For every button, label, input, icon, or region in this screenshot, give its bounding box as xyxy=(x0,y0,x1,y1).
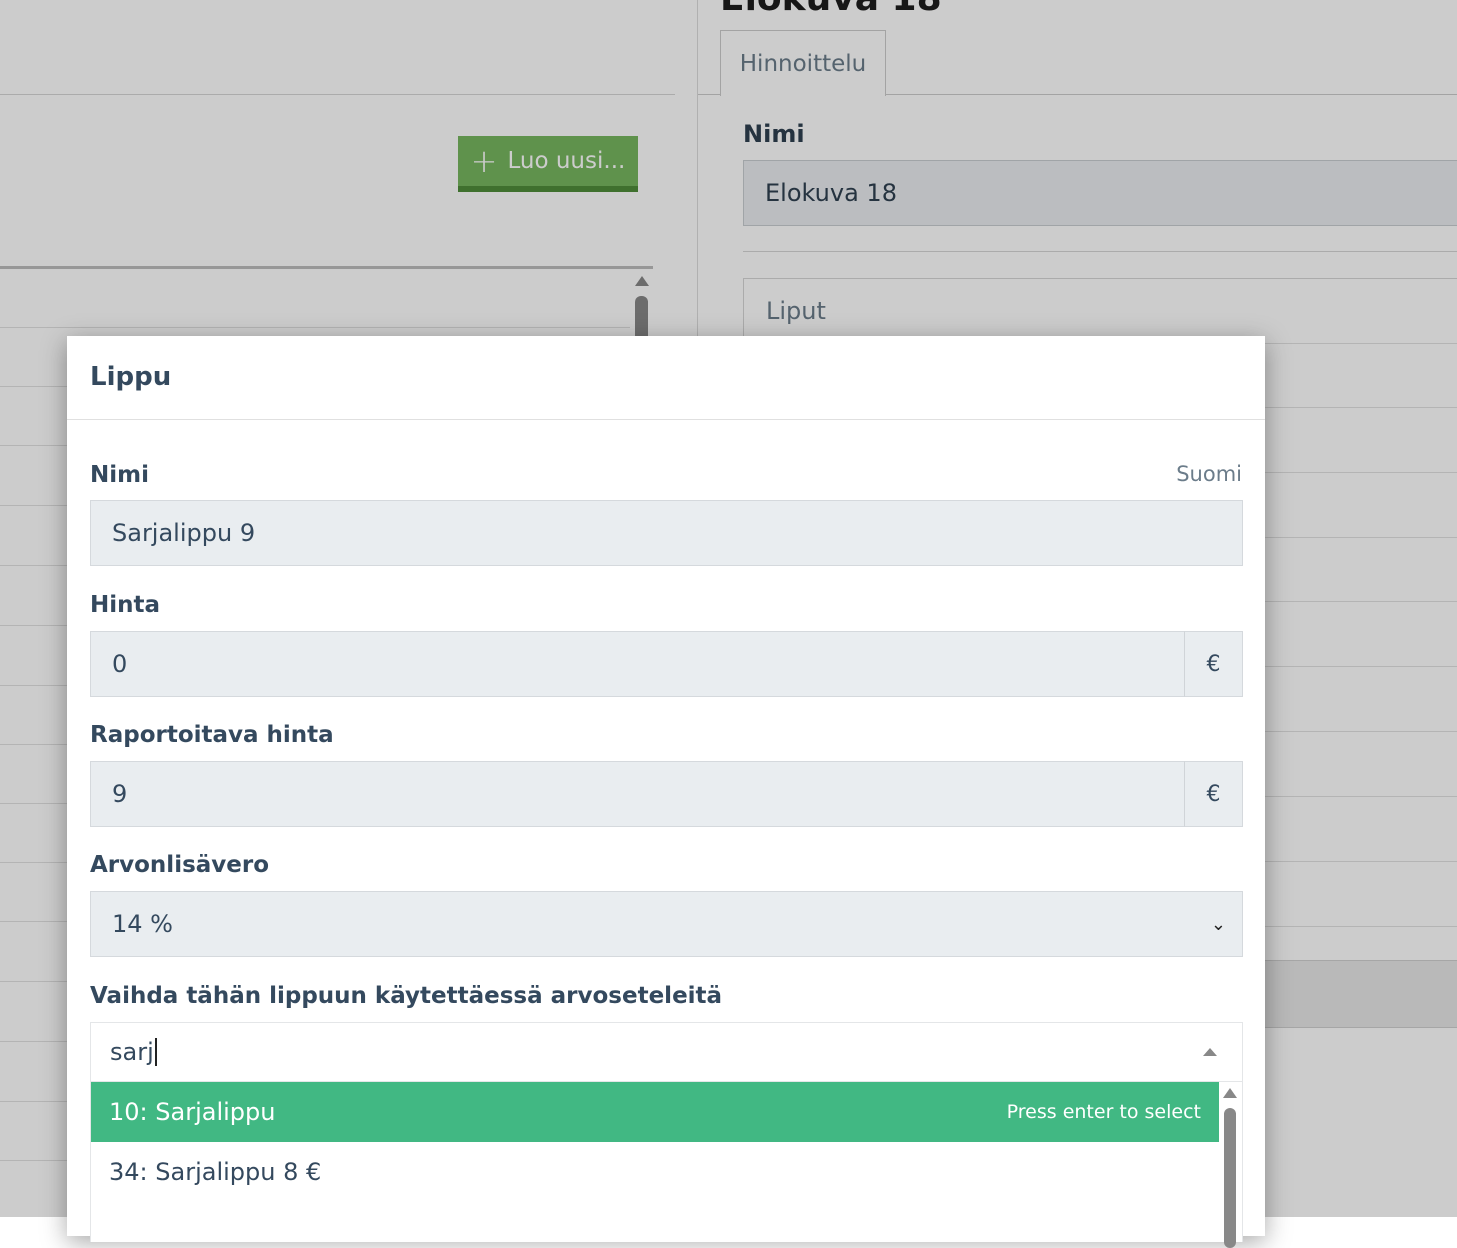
currency-addon: € xyxy=(1184,631,1243,697)
scrollbar-thumb[interactable] xyxy=(1224,1108,1236,1248)
text-caret xyxy=(154,1038,157,1066)
reported-price-label: Raportoitava hinta xyxy=(90,722,334,748)
voucher-search-input[interactable]: sarj xyxy=(90,1022,1243,1082)
language-selector[interactable]: Suomi xyxy=(1176,462,1242,486)
price-input[interactable]: 0 xyxy=(90,631,1185,697)
voucher-dropdown-list: 10: Sarjalippu Press enter to select 34:… xyxy=(90,1082,1243,1248)
option-label: 10: Sarjalippu xyxy=(109,1098,276,1126)
name-label: Nimi xyxy=(90,462,149,488)
dropdown-option[interactable]: 10: Sarjalippu Press enter to select xyxy=(91,1082,1219,1142)
price-label: Hinta xyxy=(90,592,161,618)
vat-select[interactable]: 14 % ⌄ xyxy=(90,891,1243,957)
option-hint: Press enter to select xyxy=(1006,1101,1201,1123)
ticket-name-input[interactable]: Sarjalippu 9 xyxy=(90,500,1243,566)
dropdown-option[interactable]: 34: Sarjalippu 8 € xyxy=(91,1142,1219,1202)
option-label: 34: Sarjalippu 8 € xyxy=(109,1158,322,1186)
voucher-search-text: sarj xyxy=(110,1038,154,1066)
vat-selected-value: 14 % xyxy=(112,910,173,938)
scroll-up-icon[interactable] xyxy=(1223,1088,1237,1098)
chevron-up-icon[interactable] xyxy=(1203,1048,1217,1056)
vat-label: Arvonlisävero xyxy=(90,852,270,878)
voucher-switch-label: Vaihda tähän lippuun käytettäessä arvose… xyxy=(90,983,723,1009)
modal-header: Lippu xyxy=(67,336,1265,420)
ticket-modal: Lippu Nimi Suomi Sarjalippu 9 Hinta 0 € … xyxy=(67,336,1265,1248)
modal-title: Lippu xyxy=(90,362,172,392)
chevron-down-icon: ⌄ xyxy=(1210,914,1226,935)
currency-addon: € xyxy=(1184,761,1243,827)
reported-price-input[interactable]: 9 xyxy=(90,761,1185,827)
